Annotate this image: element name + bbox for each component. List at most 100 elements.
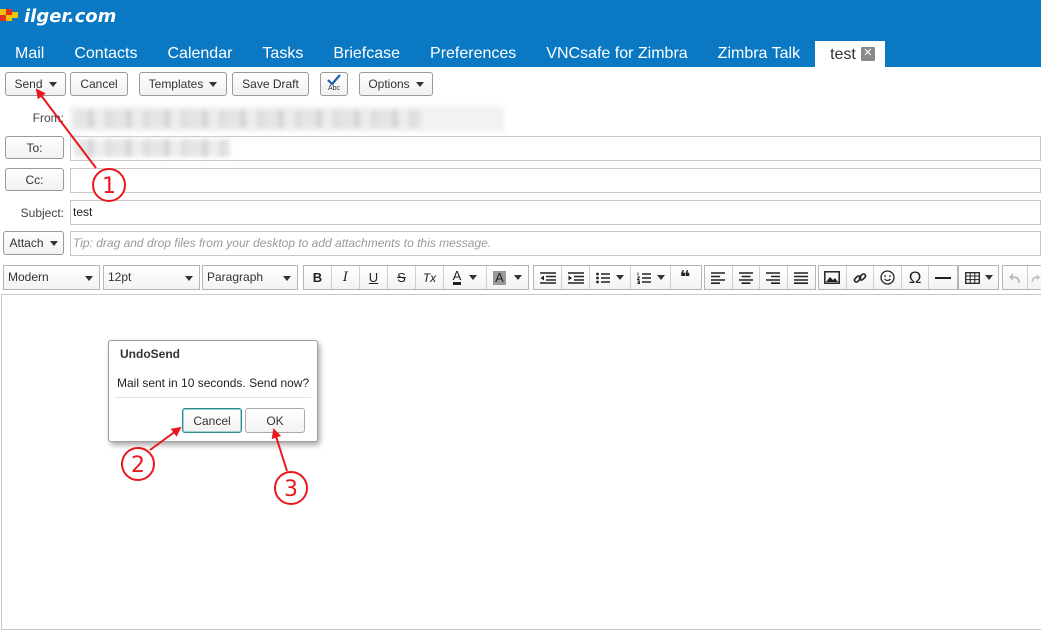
block-format-value: Paragraph	[207, 270, 263, 284]
templates-button-label: Templates	[149, 77, 204, 91]
block-format-select[interactable]: Paragraph	[202, 265, 298, 290]
align-left-icon[interactable]	[705, 266, 733, 289]
bold-button[interactable]: B	[304, 266, 332, 289]
logo-mark-icon	[0, 7, 22, 25]
chevron-down-icon	[469, 275, 477, 280]
image-icon[interactable]	[819, 266, 847, 289]
align-justify-icon[interactable]	[788, 266, 815, 289]
to-button[interactable]: To:	[5, 136, 64, 159]
font-family-value: Modern	[8, 270, 49, 284]
templates-button[interactable]: Templates	[139, 72, 227, 96]
clear-format-button[interactable]: Tx	[416, 266, 444, 289]
spellcheck-icon: Abc	[324, 74, 344, 94]
paragraph-group: ❝	[533, 265, 702, 290]
dialog-countdown: 10	[181, 376, 194, 390]
blockquote-button[interactable]: ❝	[671, 266, 699, 289]
dialog-message-suffix: seconds. Send now?	[194, 376, 309, 390]
highlight-color-icon: A	[493, 271, 506, 285]
send-button[interactable]: Send	[5, 72, 66, 96]
numbered-list-icon	[637, 272, 651, 284]
dialog-title: UndoSend	[120, 347, 180, 361]
chevron-down-icon[interactable]	[49, 82, 57, 87]
undo-icon[interactable]	[1003, 266, 1028, 289]
emoticon-icon[interactable]	[874, 266, 902, 289]
send-button-label: Send	[14, 77, 42, 91]
tab-compose-label: test	[830, 42, 856, 67]
chevron-down-icon	[416, 82, 424, 87]
dialog-divider	[115, 397, 311, 398]
font-size-value: 12pt	[108, 270, 131, 284]
chevron-down-icon	[85, 276, 93, 281]
tab-compose-test[interactable]: test ✕	[815, 41, 885, 67]
close-icon[interactable]: ✕	[861, 47, 875, 61]
chevron-down-icon	[185, 276, 193, 281]
tab-preferences[interactable]: Preferences	[415, 41, 531, 67]
align-center-icon[interactable]	[733, 266, 761, 289]
attachment-drop-zone[interactable]: Tip: drag and drop files from your deskt…	[70, 231, 1041, 256]
text-color-icon: A	[453, 270, 462, 285]
tab-zimbra-talk[interactable]: Zimbra Talk	[703, 41, 815, 67]
highlight-color-button[interactable]: A	[487, 266, 528, 289]
strikethrough-button[interactable]: S	[388, 266, 416, 289]
cancel-button[interactable]: Cancel	[70, 72, 128, 96]
attach-button-label: Attach	[9, 236, 43, 250]
spellcheck-text: Abc	[328, 85, 340, 92]
logo[interactable]: ilger.com	[0, 5, 116, 27]
tab-vncsafe[interactable]: VNCsafe for Zimbra	[531, 41, 702, 67]
chevron-down-icon	[657, 275, 665, 280]
horizontal-rule-icon[interactable]	[929, 266, 957, 289]
bullet-list-button[interactable]	[590, 266, 631, 289]
alignment-group	[704, 265, 816, 290]
tab-briefcase[interactable]: Briefcase	[318, 41, 415, 67]
subject-label: Subject:	[10, 206, 64, 220]
chevron-down-icon	[985, 275, 993, 280]
table-button[interactable]	[959, 266, 998, 289]
bullet-list-icon	[596, 272, 610, 284]
spellcheck-button[interactable]: Abc	[320, 72, 348, 96]
link-icon[interactable]	[847, 266, 875, 289]
dialog-cancel-button[interactable]: Cancel	[182, 408, 242, 433]
cc-field[interactable]	[70, 168, 1041, 193]
outdent-icon[interactable]	[534, 266, 562, 289]
chevron-down-icon	[209, 82, 217, 87]
tab-contacts[interactable]: Contacts	[59, 41, 152, 67]
chevron-down-icon	[514, 275, 522, 280]
align-right-icon[interactable]	[760, 266, 788, 289]
history-group	[1002, 265, 1041, 290]
italic-button[interactable]: I	[332, 266, 360, 289]
underline-button[interactable]: U	[360, 266, 388, 289]
attach-button[interactable]: Attach	[3, 231, 64, 255]
indent-icon[interactable]	[562, 266, 590, 289]
tab-mail[interactable]: Mail	[0, 41, 59, 67]
tab-tasks[interactable]: Tasks	[247, 41, 318, 67]
options-button-label: Options	[368, 77, 409, 91]
logo-text: ilger.com	[24, 6, 116, 27]
dialog-message-prefix: Mail sent in	[117, 376, 181, 390]
numbered-list-button[interactable]	[631, 266, 671, 289]
chevron-down-icon	[616, 275, 624, 280]
cc-button[interactable]: Cc:	[5, 168, 64, 191]
to-recipient-redacted	[74, 139, 230, 157]
dialog-message: Mail sent in 10 seconds. Send now?	[117, 376, 309, 390]
dialog-ok-button[interactable]: OK	[245, 408, 305, 433]
insert-group: Ω	[818, 265, 958, 290]
options-button[interactable]: Options	[359, 72, 433, 96]
text-format-group: B I U S Tx A A	[303, 265, 529, 290]
font-size-select[interactable]: 12pt	[103, 265, 200, 290]
chevron-down-icon	[283, 276, 291, 281]
table-group	[958, 265, 999, 290]
special-character-button[interactable]: Ω	[902, 266, 930, 289]
app-header: ilger.com Mail Contacts Calendar Tasks B…	[0, 0, 1041, 67]
from-label: From:	[20, 111, 64, 125]
tab-calendar[interactable]: Calendar	[152, 41, 247, 67]
subject-field[interactable]: test	[70, 200, 1041, 225]
undo-send-dialog: UndoSend Mail sent in 10 seconds. Send n…	[108, 340, 318, 442]
table-icon	[965, 272, 980, 284]
save-draft-button[interactable]: Save Draft	[232, 72, 309, 96]
text-color-button[interactable]: A	[444, 266, 487, 289]
attachment-hint: Tip: drag and drop files from your deskt…	[73, 236, 491, 250]
chevron-down-icon	[50, 241, 58, 246]
font-family-select[interactable]: Modern	[3, 265, 100, 290]
redo-icon[interactable]	[1028, 266, 1041, 289]
app-tabs: Mail Contacts Calendar Tasks Briefcase P…	[0, 41, 885, 67]
